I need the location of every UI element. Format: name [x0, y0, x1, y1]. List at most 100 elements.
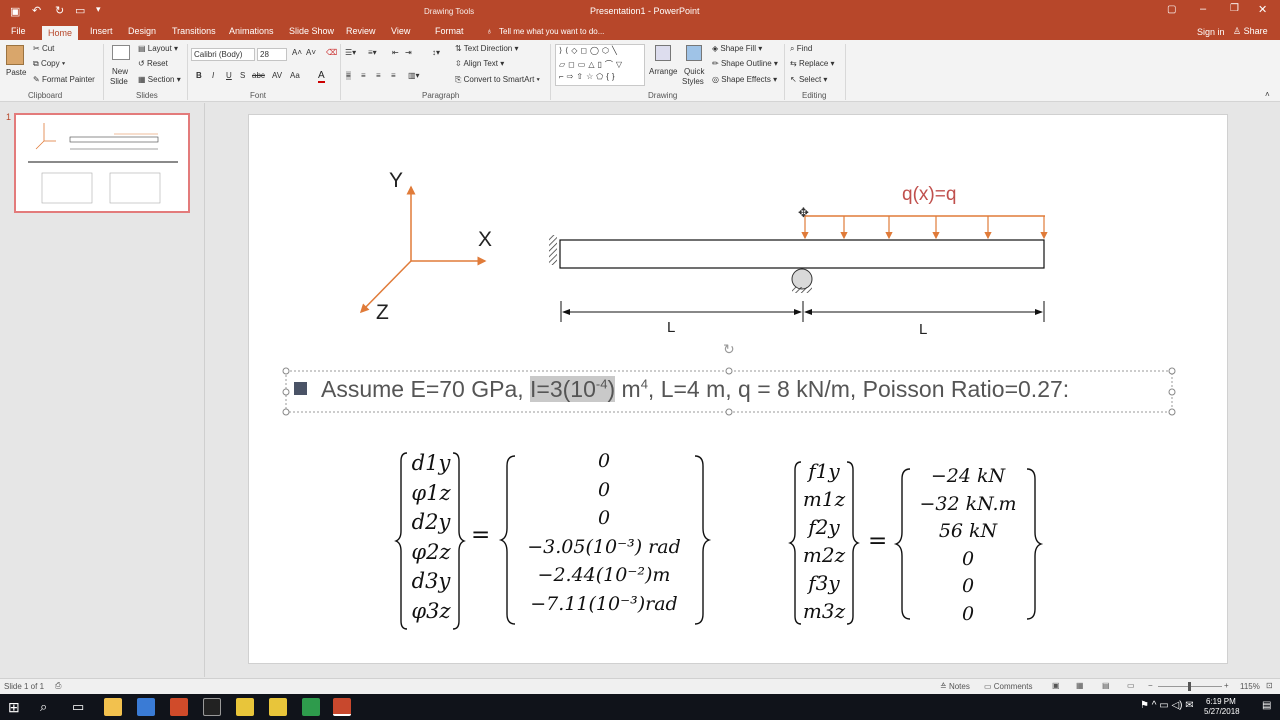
- shape-outline-button[interactable]: ✏ Shape Outline ▾: [712, 59, 778, 68]
- app-icon[interactable]: [170, 698, 188, 716]
- ribbon-display-icon[interactable]: ▢: [1167, 4, 1176, 15]
- font-color-icon[interactable]: A: [318, 70, 325, 83]
- font-size-field[interactable]: 28: [257, 48, 287, 61]
- font-name-field[interactable]: Calibri (Body): [191, 48, 255, 61]
- format-painter-button[interactable]: ✎ Format Painter: [33, 75, 95, 84]
- layout-button[interactable]: ▤ Layout ▾: [138, 44, 178, 53]
- align-left-icon[interactable]: ≡: [346, 71, 351, 80]
- customize-qat-icon[interactable]: ▾: [96, 4, 101, 15]
- tab-view[interactable]: View: [391, 26, 410, 36]
- arrange-icon[interactable]: [655, 45, 671, 61]
- fit-slide-icon[interactable]: ⊡: [1266, 681, 1273, 690]
- reset-button[interactable]: ↺ Reset: [138, 59, 168, 68]
- minimize-icon[interactable]: –: [1200, 3, 1206, 15]
- quick-styles-button[interactable]: Quick: [684, 67, 704, 76]
- strikethrough-icon[interactable]: abc: [252, 71, 265, 80]
- align-right-icon[interactable]: ≡: [376, 71, 381, 80]
- paste-button[interactable]: Paste: [6, 68, 26, 77]
- line-spacing-icon[interactable]: ↕▾: [432, 48, 440, 57]
- notes-button[interactable]: ≙ Notes: [940, 682, 970, 691]
- tab-animations[interactable]: Animations: [229, 26, 274, 36]
- comments-button[interactable]: ▭ Comments: [984, 682, 1032, 691]
- tab-review[interactable]: Review: [346, 26, 376, 36]
- grow-font-icon[interactable]: A˄: [292, 48, 302, 57]
- convert-smartart-button[interactable]: ⎘ Convert to SmartArt ▾: [455, 75, 540, 85]
- change-case-icon[interactable]: Aa: [290, 71, 300, 80]
- zoom-level[interactable]: 115%: [1240, 682, 1260, 691]
- new-slide-icon[interactable]: [112, 45, 130, 60]
- bullets-icon[interactable]: ☰▾: [345, 48, 356, 57]
- justify-icon[interactable]: ≡: [391, 71, 396, 80]
- fixed-support[interactable]: [549, 235, 557, 265]
- slide-sorter-icon[interactable]: ▦: [1076, 681, 1084, 690]
- spell-check-icon[interactable]: ⎙: [55, 681, 61, 691]
- tab-format[interactable]: Format: [435, 26, 464, 36]
- align-center-icon[interactable]: ≡: [361, 71, 366, 80]
- increase-indent-icon[interactable]: ⇥: [405, 48, 412, 57]
- shape-fill-button[interactable]: ◈ Shape Fill ▾: [712, 44, 762, 53]
- quick-styles-icon[interactable]: [686, 45, 702, 61]
- task-view-icon[interactable]: ▭: [72, 699, 84, 715]
- undo-icon[interactable]: ↶: [32, 4, 41, 17]
- reading-view-icon[interactable]: ▤: [1102, 681, 1110, 690]
- normal-view-icon[interactable]: ▣: [1052, 681, 1060, 690]
- tell-me-box[interactable]: Tell me what you want to do...: [499, 27, 604, 36]
- redo-icon[interactable]: ↻: [55, 4, 64, 17]
- shadow-icon[interactable]: S: [240, 71, 245, 80]
- zoom-in-icon[interactable]: +: [1224, 681, 1229, 690]
- store-icon[interactable]: [137, 698, 155, 716]
- system-tray-icons[interactable]: ⚑ ^ ▭ ◁) ✉: [1140, 700, 1194, 711]
- app-icon[interactable]: [269, 698, 287, 716]
- align-text-button[interactable]: ⇳ Align Text ▾: [455, 59, 504, 68]
- save-icon[interactable]: ▣: [10, 5, 20, 18]
- rotate-handle-icon[interactable]: ↻: [723, 341, 735, 357]
- restore-icon[interactable]: ❐: [1230, 3, 1239, 14]
- coordinate-axes[interactable]: [359, 185, 487, 314]
- tab-slide-show[interactable]: Slide Show: [289, 26, 334, 36]
- share-button[interactable]: ♙ Share: [1233, 26, 1268, 37]
- italic-icon[interactable]: I: [212, 71, 214, 80]
- select-button[interactable]: ↖ Select ▾: [790, 75, 827, 84]
- section-button[interactable]: ▦ Section ▾: [138, 75, 181, 84]
- excel-icon[interactable]: [302, 698, 320, 716]
- numbering-icon[interactable]: ≡▾: [368, 48, 377, 57]
- zoom-out-icon[interactable]: −: [1148, 681, 1153, 690]
- cut-button[interactable]: ✂ Cut: [33, 44, 54, 53]
- underline-icon[interactable]: U: [226, 71, 232, 80]
- text-direction-button[interactable]: ⇅ Text Direction ▾: [455, 44, 519, 53]
- tab-design[interactable]: Design: [128, 26, 156, 36]
- bullet-textbox[interactable]: Assume E=70 GPa, I=3(10-4) m4, L=4 m, q …: [294, 376, 1169, 408]
- tab-insert[interactable]: Insert: [90, 26, 113, 36]
- dimension-lines[interactable]: [560, 301, 1045, 322]
- shape-effects-button[interactable]: ◎ Shape Effects ▾: [712, 75, 777, 84]
- app-icon[interactable]: [236, 698, 254, 716]
- slideshow-icon[interactable]: ▭: [1127, 681, 1135, 690]
- clock-date[interactable]: 5/27/2018: [1204, 707, 1240, 716]
- bold-icon[interactable]: B: [196, 71, 202, 80]
- zoom-slider-thumb[interactable]: [1188, 682, 1191, 691]
- collapse-ribbon-icon[interactable]: ˄: [1265, 90, 1270, 99]
- clock-time[interactable]: 6:19 PM: [1206, 697, 1236, 706]
- copy-button[interactable]: ⧉ Copy ▾: [33, 59, 65, 69]
- shapes-gallery[interactable]: ⟩⟨◇◻◯⬡╲ ▱◻▭△▯⌒▽ ⌐⇨⇧☆⬠{}: [555, 44, 645, 86]
- powerpoint-icon[interactable]: [333, 698, 351, 716]
- find-button[interactable]: ⌕ Find: [790, 44, 812, 54]
- close-icon[interactable]: ✕: [1258, 3, 1267, 16]
- sign-in-link[interactable]: Sign in: [1197, 27, 1225, 37]
- tab-transitions[interactable]: Transitions: [172, 26, 216, 36]
- char-spacing-icon[interactable]: AV: [272, 71, 282, 80]
- start-from-beginning-icon[interactable]: ▭: [75, 4, 85, 17]
- tab-home[interactable]: Home: [42, 26, 79, 40]
- new-slide-button[interactable]: New: [112, 67, 128, 76]
- slide-thumbnail[interactable]: [14, 113, 190, 213]
- tab-file[interactable]: File: [11, 26, 26, 36]
- columns-icon[interactable]: ▥▾: [408, 71, 420, 80]
- search-icon[interactable]: ⌕: [40, 699, 47, 715]
- replace-button[interactable]: ⇆ Replace ▾: [790, 59, 835, 68]
- paste-icon[interactable]: [6, 45, 24, 65]
- autocad-icon[interactable]: [203, 698, 221, 716]
- windows-start-icon[interactable]: ⊞: [8, 699, 20, 716]
- shrink-font-icon[interactable]: A˅: [306, 48, 316, 57]
- action-center-icon[interactable]: ▤: [1262, 700, 1271, 711]
- slide-canvas[interactable]: ↻ Y X Z q(x)=q L L ✥ Assume E=70 GPa, I=…: [248, 114, 1228, 664]
